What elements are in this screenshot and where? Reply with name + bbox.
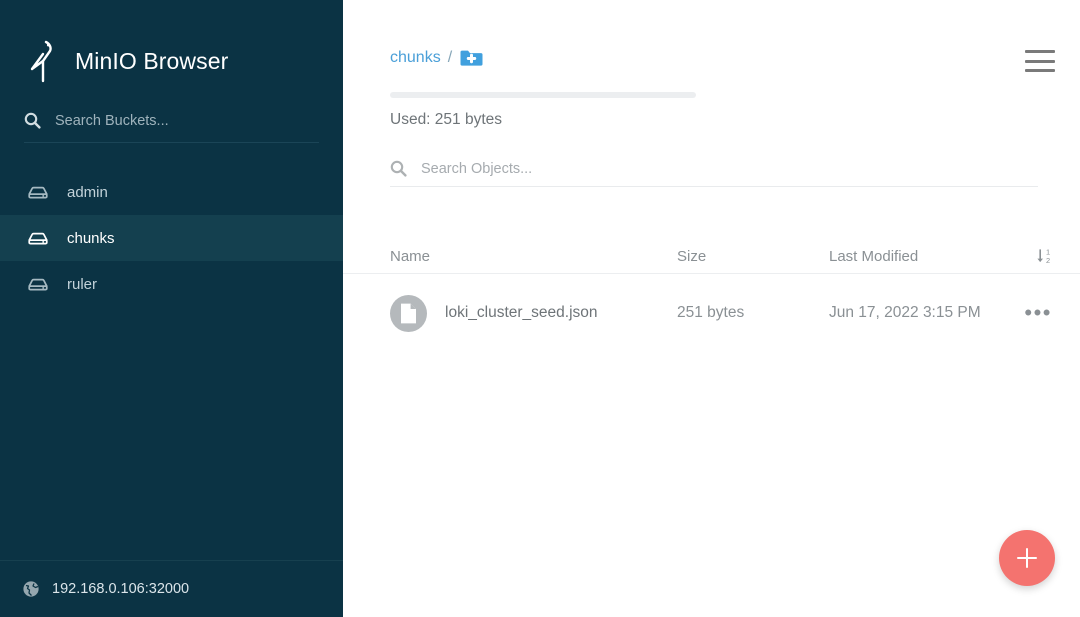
bucket-search-input[interactable]	[55, 112, 295, 129]
sidebar-item-chunks[interactable]: chunks	[0, 215, 343, 261]
create-folder-button[interactable]	[459, 48, 484, 68]
sidebar-item-label: admin	[67, 183, 108, 201]
server-host-label: 192.168.0.106:32000	[52, 581, 190, 597]
file-name-cell: loki_cluster_seed.json	[390, 294, 677, 332]
object-search[interactable]	[390, 151, 1038, 187]
sidebar-item-ruler[interactable]: ruler	[0, 261, 343, 307]
file-options-menu-button[interactable]: •••	[1024, 302, 1055, 324]
table-row[interactable]: loki_cluster_seed.json 251 bytes Jun 17,…	[343, 274, 1080, 352]
sidebar-item-label: ruler	[67, 275, 98, 293]
file-name-label: loki_cluster_seed.json	[445, 304, 598, 321]
usage-label: Used: 251 bytes	[390, 111, 503, 128]
object-table: Name Size Last Modified 1 2 loki_cluster…	[343, 239, 1080, 352]
sidebar-item-admin[interactable]: admin	[0, 169, 343, 215]
sidebar: MinIO Browser admin chunks	[0, 0, 343, 617]
search-icon	[24, 112, 41, 129]
bucket-drive-icon	[28, 232, 48, 245]
file-actions-cell: •••	[981, 302, 1055, 324]
add-object-fab[interactable]	[999, 530, 1055, 586]
search-icon	[390, 160, 407, 177]
file-avatar	[390, 294, 427, 332]
main-content: chunks / Used: 251 bytes Search Objects.…	[343, 0, 1080, 617]
globe-icon	[23, 581, 39, 597]
sidebar-item-label: chunks	[67, 229, 115, 247]
breadcrumb-separator: /	[447, 49, 453, 66]
column-header-last-modified[interactable]: Last Modified	[829, 248, 981, 265]
hamburger-line	[1025, 69, 1055, 72]
file-size-label: 251 bytes	[677, 304, 745, 321]
hamburger-line	[1025, 59, 1055, 63]
usage-progress-bar	[390, 92, 696, 98]
minio-bird-logo	[30, 40, 52, 83]
sort-descending-icon[interactable]: 1 2	[1035, 246, 1055, 266]
bucket-drive-icon	[28, 186, 48, 199]
column-header-name[interactable]: Name	[390, 248, 677, 265]
object-search-input[interactable]	[421, 160, 1038, 177]
app-title: MinIO Browser	[75, 47, 229, 74]
file-modified-label: Jun 17, 2022 3:15 PM	[829, 304, 981, 321]
bucket-list: admin chunks ruler	[0, 169, 343, 307]
storage-usage: Used: 251 bytes	[343, 92, 1080, 129]
hamburger-line	[1025, 50, 1055, 53]
bucket-drive-icon	[28, 278, 48, 291]
column-header-size[interactable]: Size	[677, 248, 829, 265]
top-bar: chunks /	[343, 0, 1080, 86]
svg-text:2: 2	[1046, 256, 1050, 265]
brand-header: MinIO Browser	[0, 0, 343, 96]
breadcrumb-bucket-link[interactable]: chunks	[390, 49, 441, 67]
folder-plus-icon	[460, 50, 483, 66]
document-icon	[401, 303, 416, 323]
sidebar-footer: 192.168.0.106:32000	[0, 560, 343, 617]
table-header-row: Name Size Last Modified 1 2	[343, 239, 1080, 274]
plus-icon	[1025, 548, 1029, 568]
bucket-search[interactable]	[24, 110, 319, 143]
hamburger-menu-icon[interactable]	[1025, 48, 1055, 72]
breadcrumb: chunks /	[390, 48, 484, 68]
column-header-actions: 1 2	[981, 246, 1055, 266]
